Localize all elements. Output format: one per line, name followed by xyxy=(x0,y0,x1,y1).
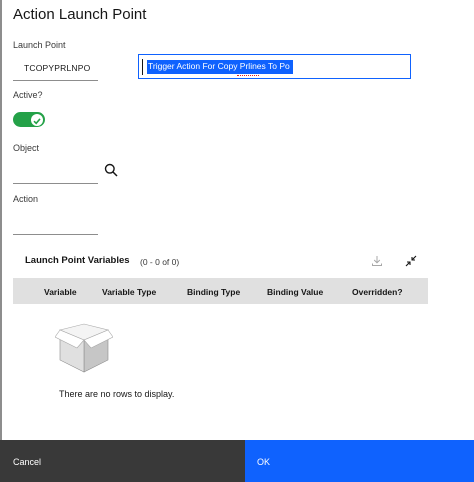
action-value[interactable] xyxy=(13,217,98,231)
collapse-icon[interactable] xyxy=(405,255,417,267)
cancel-button[interactable]: Cancel xyxy=(0,440,245,482)
empty-box-icon xyxy=(55,323,113,373)
variables-count: (0 - 0 of 0) xyxy=(140,257,180,267)
object-label: Object xyxy=(13,143,40,153)
variables-section-title: Launch Point Variables xyxy=(25,255,130,266)
download-icon[interactable] xyxy=(371,255,383,267)
active-toggle[interactable] xyxy=(13,112,45,127)
column-header-binding-type[interactable]: Binding Type xyxy=(187,287,240,297)
active-label: Active? xyxy=(13,90,43,100)
variables-table-header: Variable Variable Type Binding Type Bind… xyxy=(13,278,428,304)
launch-point-underline xyxy=(13,80,98,81)
description-input[interactable]: Trigger Action For Copy Prlines To Po xyxy=(138,54,411,79)
launch-point-label: Launch Point xyxy=(13,40,66,50)
dialog-footer: Cancel OK xyxy=(0,440,474,482)
action-launch-point-dialog: Action Launch Point Launch Point TCOPYPR… xyxy=(0,0,474,482)
check-icon xyxy=(33,117,41,124)
dialog-left-border xyxy=(0,0,2,440)
column-header-binding-value[interactable]: Binding Value xyxy=(267,287,323,297)
spellcheck-underline xyxy=(237,73,259,76)
ok-button[interactable]: OK xyxy=(245,440,474,482)
toggle-knob xyxy=(31,113,43,126)
object-underline xyxy=(13,183,98,184)
action-underline xyxy=(13,234,98,235)
text-caret xyxy=(142,59,143,75)
ok-button-label: OK xyxy=(257,457,271,467)
search-icon[interactable] xyxy=(104,163,118,177)
column-header-overridden[interactable]: Overridden? xyxy=(352,287,403,297)
cancel-button-label: Cancel xyxy=(13,457,42,467)
action-label: Action xyxy=(13,194,39,204)
description-value[interactable]: Trigger Action For Copy Prlines To Po xyxy=(148,61,290,71)
launch-point-value[interactable]: TCOPYPRLNPO xyxy=(24,63,90,73)
column-header-variable-type[interactable]: Variable Type xyxy=(102,287,156,297)
column-header-variable[interactable]: Variable xyxy=(44,287,77,297)
dialog-title: Action Launch Point xyxy=(13,6,147,23)
empty-state-message: There are no rows to display. xyxy=(59,389,175,399)
object-value[interactable] xyxy=(13,166,98,180)
